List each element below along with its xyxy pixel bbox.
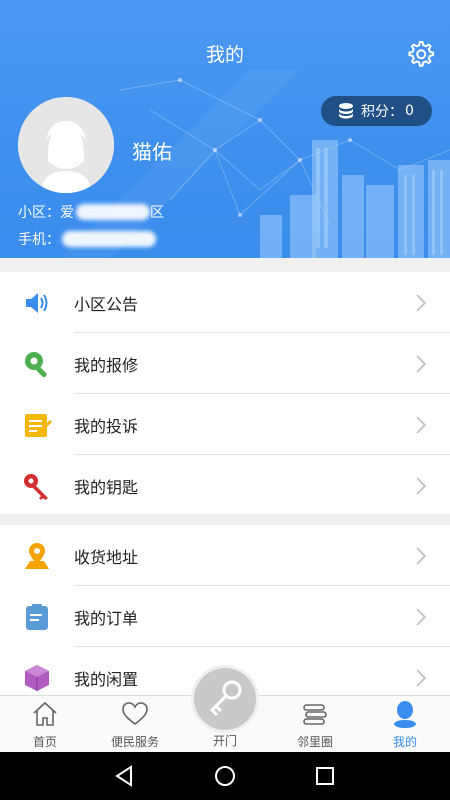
tab-label: 便民服务 (110, 735, 159, 749)
system-navigation-bar (0, 752, 450, 800)
redacted-phone-number (62, 231, 156, 247)
chevron-right-icon (416, 476, 427, 495)
home-button-icon[interactable] (213, 764, 237, 788)
person-icon (394, 701, 416, 728)
tab-neighbors[interactable]: 邻里圈 (270, 696, 360, 753)
coins-icon (339, 103, 353, 119)
page-title: 我的 (205, 44, 244, 66)
profile-header: 我的 积分： 0 猫佑 小区： 爱 区 手机： (0, 0, 450, 258)
settings-button[interactable] (404, 38, 436, 70)
open-door-button[interactable] (194, 668, 256, 730)
tab-label: 我的 (392, 735, 417, 749)
menu-item-label: 我的报修 (74, 355, 139, 375)
points-label: 积分： (361, 104, 403, 120)
menu-item-address[interactable]: 收货地址 (0, 525, 450, 586)
menu-item-keys[interactable]: 我的钥匙 (0, 455, 450, 516)
tab-services[interactable]: 便民服务 (90, 696, 180, 753)
community-info: 小区： 爱 区 (18, 202, 164, 222)
avatar[interactable] (18, 97, 114, 193)
tab-mine[interactable]: 我的 (360, 696, 450, 753)
menu-item-notice[interactable]: 小区公告 (0, 272, 450, 333)
menu-item-complaint[interactable]: 我的投诉 (0, 394, 450, 455)
menu-item-label: 我的闲置 (74, 669, 139, 689)
username: 猫佑 (132, 140, 172, 164)
tab-label: 邻里圈 (296, 735, 333, 749)
tab-home[interactable]: 首页 (0, 696, 90, 753)
key-icon (210, 680, 242, 716)
chevron-right-icon (416, 668, 427, 687)
back-icon[interactable] (112, 764, 136, 788)
menu-item-label: 小区公告 (74, 294, 139, 314)
menu-group-services: 小区公告 我的报修 我的投诉 我的钥匙 (0, 272, 450, 514)
gear-icon (408, 41, 435, 67)
community-value-end: 区 (150, 205, 164, 221)
menu-item-orders[interactable]: 我的订单 (0, 586, 450, 647)
location-pin-icon (25, 542, 49, 569)
chevron-right-icon (416, 293, 427, 312)
redacted-community-name (76, 204, 150, 220)
box-icon (25, 664, 49, 691)
phone-label: 手机： (18, 232, 60, 248)
points-value: 0 (405, 103, 414, 119)
wrench-icon (25, 351, 47, 377)
chevron-right-icon (416, 415, 427, 434)
phone-info: 手机： (18, 229, 156, 249)
tab-door-label: 开门 (212, 734, 237, 748)
points-badge[interactable]: 积分： 0 (321, 96, 432, 126)
chevron-right-icon (416, 354, 427, 373)
list-icon (303, 704, 327, 725)
recents-icon[interactable] (313, 764, 337, 788)
menu-item-label: 我的钥匙 (74, 477, 139, 497)
note-icon (25, 413, 52, 437)
menu-item-label: 收货地址 (74, 547, 139, 567)
key-icon (24, 473, 48, 500)
clipboard-icon (26, 603, 48, 630)
chevron-right-icon (416, 607, 427, 626)
heart-icon (122, 702, 148, 726)
tab-label: 首页 (32, 735, 57, 749)
community-value-start: 爱 (60, 205, 74, 221)
default-avatar-icon (18, 97, 114, 193)
menu-item-label: 我的订单 (74, 608, 139, 628)
menu-item-label: 我的投诉 (74, 416, 139, 436)
menu-item-repair[interactable]: 我的报修 (0, 333, 450, 394)
chevron-right-icon (416, 546, 427, 565)
speaker-icon (26, 292, 48, 313)
home-icon (33, 701, 57, 726)
community-label: 小区： (18, 205, 60, 221)
